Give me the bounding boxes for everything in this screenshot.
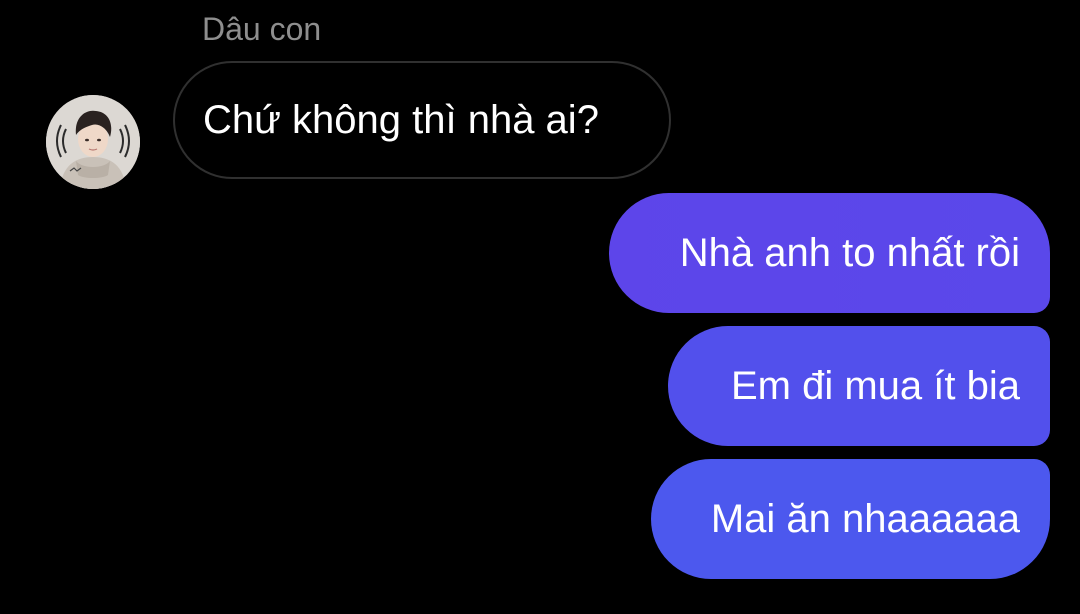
message-text: Chứ không thì nhà ai? [203,98,599,142]
contact-avatar[interactable] [46,95,140,189]
message-text: Nhà anh to nhất rồi [679,231,1020,275]
message-text: Em đi mua ít bia [730,364,1020,408]
avatar-photo-icon [46,95,140,189]
sender-name: Dâu con [202,11,322,47]
outgoing-message-bubble[interactable]: Mai ăn nhaaaaaa [651,459,1050,579]
message-text: Mai ăn nhaaaaaa [710,497,1020,541]
outgoing-message-bubble[interactable]: Em đi mua ít bia [668,326,1050,446]
outgoing-message-bubble[interactable]: Nhà anh to nhất rồi [609,193,1050,313]
incoming-message-bubble[interactable]: Chứ không thì nhà ai? [173,61,671,179]
